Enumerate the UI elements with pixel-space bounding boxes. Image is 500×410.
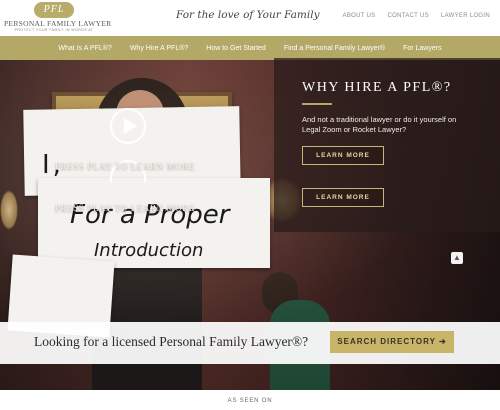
- logo-tagline: PROTECT YOUR FAMILY IN WORDS AT: [14, 28, 94, 32]
- util-link-contact[interactable]: CONTACT US: [387, 13, 428, 19]
- panel-title: WHY HIRE A PFL®?: [302, 80, 452, 95]
- search-prompt: Looking for a licensed Personal Family L…: [34, 334, 309, 349]
- util-link-lawyer-login[interactable]: LAWYER LOGIN: [441, 13, 490, 19]
- page: PFL PERSONAL FAMILY LAWYER PROTECT YOUR …: [0, 0, 500, 410]
- header: PFL PERSONAL FAMILY LAWYER PROTECT YOUR …: [0, 0, 500, 36]
- nav-item-why-hire[interactable]: Why Hire A PFL®?: [121, 45, 197, 52]
- press-play-label-ghost: PRESS PLAY TO LEARN MORE: [55, 203, 195, 213]
- learn-more-button-2[interactable]: LEARN MORE: [302, 188, 384, 207]
- logo[interactable]: PFL PERSONAL FAMILY LAWYER PROTECT YOUR …: [4, 2, 112, 34]
- nav-item-what-is-pfl[interactable]: What Is A PFL®?: [49, 45, 120, 52]
- logo-name: PERSONAL FAMILY LAWYER: [4, 19, 112, 28]
- chevron-up-icon[interactable]: ▲: [451, 252, 463, 264]
- site-tagline: For the love of Your Family: [176, 9, 320, 21]
- nav-item-get-started[interactable]: How to Get Started: [197, 45, 275, 52]
- panel-divider: [302, 103, 332, 105]
- logo-badge: PFL: [34, 2, 74, 18]
- as-seen-on-heading: AS SEEN ON: [227, 398, 273, 404]
- press-play-label[interactable]: PRESS PLAY TO LEARN MORE: [55, 161, 195, 171]
- nav-item-for-lawyers[interactable]: For Lawyers: [394, 45, 451, 52]
- utility-nav: ABOUT US CONTACT US LAWYER LOGIN: [343, 13, 490, 19]
- main-nav: What Is A PFL®? Why Hire A PFL®? How to …: [0, 36, 500, 60]
- learn-more-button[interactable]: LEARN MORE: [302, 146, 384, 165]
- panel-subtitle: And not a traditional lawyer or do it yo…: [302, 115, 457, 134]
- play-icon[interactable]: [124, 118, 137, 134]
- nav-item-find-lawyer[interactable]: Find a Personal Family Lawyer®: [275, 45, 394, 52]
- util-link-about[interactable]: ABOUT US: [343, 13, 376, 19]
- search-directory-button[interactable]: SEARCH DIRECTORY ➔: [330, 331, 454, 353]
- sign-handwriting-3: Introduction: [94, 240, 204, 261]
